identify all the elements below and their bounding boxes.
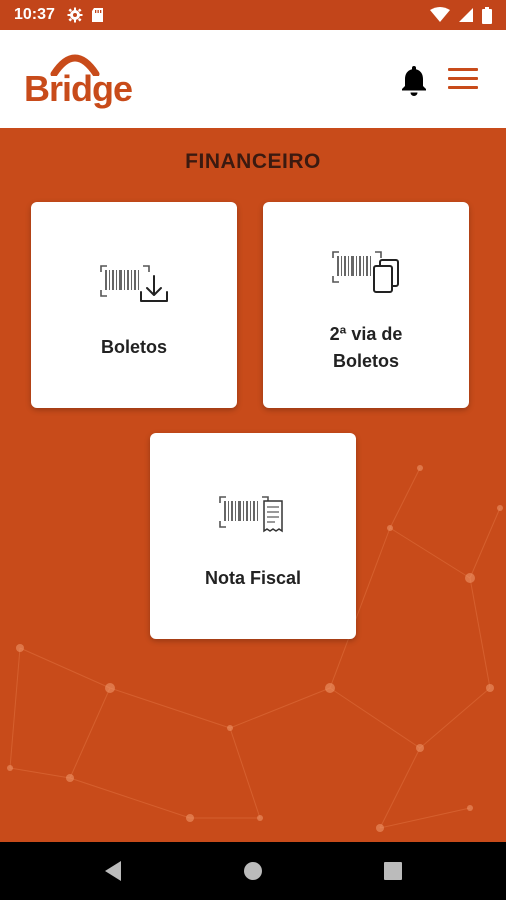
wifi-icon <box>430 7 450 22</box>
sd-card-icon <box>91 8 103 22</box>
menu-line <box>448 77 478 80</box>
menu-line <box>448 68 478 71</box>
status-left-icons <box>67 7 104 23</box>
barcode-copy-icon <box>332 251 399 293</box>
navigation-bar <box>0 842 506 900</box>
segunda-via-boletos-card[interactable]: 2ª via de Boletos <box>263 202 469 408</box>
gear-icon <box>67 7 83 23</box>
segunda-via-label-line1: 2ª via de <box>329 324 403 344</box>
bell-icon[interactable] <box>400 64 428 96</box>
status-time: 10:37 <box>14 6 55 23</box>
back-icon[interactable] <box>103 860 123 882</box>
page-title: FINANCEIRO <box>185 150 321 173</box>
nota-fiscal-label: Nota Fiscal <box>204 568 302 588</box>
segunda-via-label-line2: Boletos <box>332 351 399 371</box>
app-header: Bridge <box>0 30 506 128</box>
barcode-invoice-icon <box>219 496 283 533</box>
logo-text: Bridge <box>24 68 133 109</box>
bridge-logo[interactable]: Bridge <box>22 50 133 110</box>
boletos-card[interactable]: Boletos <box>31 202 237 408</box>
hamburger-menu-icon[interactable] <box>448 68 478 92</box>
home-icon[interactable] <box>243 861 263 881</box>
nota-fiscal-card[interactable]: Nota Fiscal <box>150 433 356 639</box>
signal-icon <box>459 8 473 22</box>
menu-line <box>448 86 478 89</box>
barcode-download-icon <box>100 265 168 302</box>
battery-icon <box>482 6 492 24</box>
status-bar: 10:37 <box>0 0 506 30</box>
boletos-label: Boletos <box>100 337 167 357</box>
status-right-icons <box>430 6 492 24</box>
main-content: FINANCEIRO Boletos 2ª via de Boletos Not… <box>0 128 506 842</box>
recents-icon[interactable] <box>384 862 402 880</box>
